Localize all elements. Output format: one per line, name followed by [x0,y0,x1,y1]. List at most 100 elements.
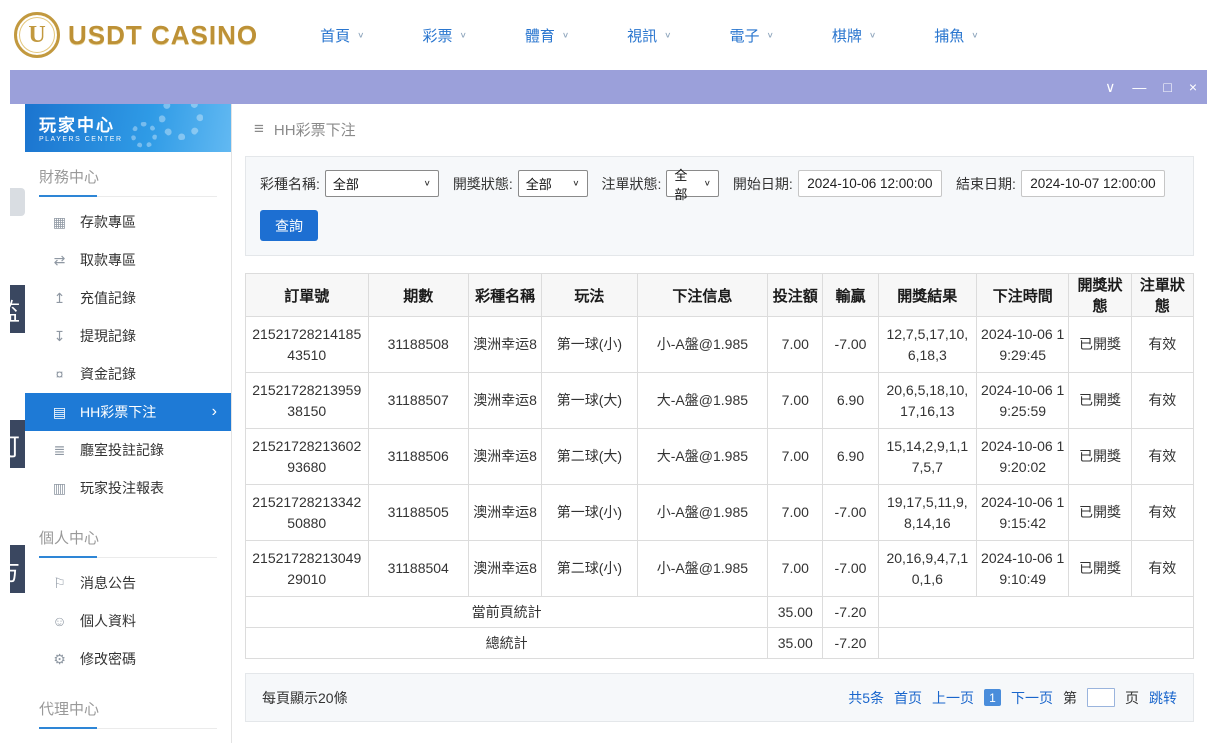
page-size-text: 每頁顯示20條 [262,689,348,706]
sidebar-item-funds-record[interactable]: ¤ 資金記錄 [25,355,231,393]
chevron-down-icon: ∨ [868,30,877,40]
sidebar-item-hall-bet-records[interactable]: ≣ 廳室投註記錄 [25,431,231,469]
cell-lottery: 澳洲幸运8 [467,428,543,485]
sidebar-item-label: 消息公告 [80,575,136,591]
cell-bet-info: 大-A盤@1.985 [636,428,769,485]
nav-item-lottery[interactable]: 彩票 ∨ [422,25,466,46]
deposit-icon: ▦ [52,213,67,230]
cell-period: 31188504 [367,540,469,597]
logo-text: USDT CASINO [68,19,259,50]
page-summary-row: 當前頁統計 35.00 -7.20 [244,596,1195,628]
sidebar-title: 玩家中心 [39,116,115,135]
nav-item-live[interactable]: 視訊 ∨ [627,25,671,46]
section-agent-center: 代理中心 [39,698,217,729]
sidebar-item-label: 存款專區 [80,214,136,230]
col-order-status: 注單狀態 [1130,273,1195,317]
search-button[interactable]: 查詢 [260,210,318,241]
page-number-input[interactable] [1087,688,1115,707]
chevron-down-icon: ∨ [459,30,467,40]
next-page-link[interactable]: 下一页 [1011,688,1053,708]
lottery-bet-icon: ▤ [52,403,67,420]
cell-amount: 7.00 [767,484,824,541]
sidebar-item-label: 資金記錄 [80,366,136,382]
cell-bet-time: 2024-10-06 19:20:02 [976,428,1070,485]
cell-result: 20,6,5,18,10,17,16,13 [877,372,978,429]
prev-page-link[interactable]: 上一页 [932,688,974,708]
page-summary-win-loss: -7.20 [822,596,879,628]
nav-label: 首頁 [320,27,351,45]
sidebar-item-hh-lottery-bets[interactable]: ▤ HH彩票下注 › [25,393,231,431]
withdraw-icon: ⇄ [53,251,66,268]
cell-period: 31188507 [367,372,469,429]
close-icon[interactable]: × [1189,80,1197,94]
col-draw-status: 開獎狀態 [1068,273,1132,317]
site-logo[interactable]: U USDT CASINO [14,12,258,58]
sidebar-item-profile[interactable]: ☺ 個人資料 [25,602,231,640]
sidebar: 玩家中心 PLAYERS CENTER 財務中心 ▦ 存款專區 ⇄ 取款專區 ↥ [25,104,232,743]
maximize-icon[interactable]: □ [1163,80,1171,94]
collapse-icon[interactable]: ∨ [1105,80,1115,94]
lottery-name-select[interactable]: 全部 ∨ [324,170,439,197]
col-order-no: 訂單號 [245,273,369,317]
total-summary-win-loss: -7.20 [822,627,879,659]
col-lottery-name: 彩種名稱 [467,273,543,317]
withdrawal-record-icon: ↧ [53,327,66,344]
page-summary-amount: 35.00 [767,596,824,628]
sidebar-item-deposit[interactable]: ▦ 存款專區 [25,203,231,241]
hamburger-icon[interactable]: ≡ [254,119,264,139]
cell-play: 第一球(大) [541,372,638,429]
fragment-glyph: 方 [10,552,20,587]
nav-label: 電子 [729,27,760,45]
nav-item-home[interactable]: 首頁 ∨ [320,25,364,46]
nav-label: 棋牌 [831,27,862,45]
recharge-record-icon: ↥ [53,289,66,306]
sidebar-item-label: 玩家投注報表 [80,480,164,496]
cell-lottery: 澳洲幸运8 [467,484,543,541]
cell-order-status: 有效 [1130,484,1195,541]
cell-order-no: 2152172821418543510 [245,316,369,373]
draw-status-label: 開獎狀態: [452,175,513,192]
personal-menu: ⚐ 消息公告 ☺ 個人資料 ⚙ 修改密碼 [25,564,231,678]
cell-bet-info: 小-A盤@1.985 [636,316,769,373]
cell-order-status: 有效 [1130,428,1195,485]
chevron-down-icon: ∨ [357,30,365,40]
nav-item-slots[interactable]: 電子 ∨ [730,25,774,46]
start-date-input[interactable]: 2024-10-06 12:00:00 [797,170,942,197]
sidebar-item-player-bet-report[interactable]: ▥ 玩家投注報表 [25,469,231,507]
col-play: 玩法 [541,273,638,317]
section-finance-center: 財務中心 [39,166,217,197]
table-row: 2152172821360293680 31188506 澳洲幸运8 第二球(大… [245,428,1195,485]
section-personal-center: 個人中心 [39,527,217,558]
sidebar-item-withdraw[interactable]: ⇄ 取款專區 [25,241,231,279]
jump-link[interactable]: 跳转 [1149,688,1177,708]
sidebar-item-announcements[interactable]: ⚐ 消息公告 [25,564,231,602]
chevron-down-icon: ∨ [766,30,774,40]
nav-item-cards[interactable]: 棋牌 ∨ [832,25,876,46]
cell-amount: 7.00 [767,372,824,429]
draw-status-select[interactable]: 全部 ∨ [517,170,588,197]
sidebar-item-withdrawal-record[interactable]: ↧ 提現記錄 [25,317,231,355]
sidebar-item-change-password[interactable]: ⚙ 修改密碼 [25,640,231,678]
cell-bet-info: 小-A盤@1.985 [636,540,769,597]
cell-win-loss: -7.00 [822,316,879,373]
sidebar-item-recharge-record[interactable]: ↥ 充值記錄 [25,279,231,317]
end-date-input[interactable]: 2024-10-07 12:00:00 [1020,170,1165,197]
filter-panel: 彩種名稱: 全部 ∨ 開獎狀態: 全部 ∨ 注單狀態: 全部 ∨ 開始日期: 2… [245,156,1194,256]
nav-item-fishing[interactable]: 捕魚 ∨ [934,25,978,46]
col-bet-info: 下注信息 [636,273,769,317]
sidebar-item-label: 修改密碼 [80,651,136,667]
minimize-icon[interactable]: — [1132,80,1146,94]
window-titlebar[interactable]: ∨ — □ × [10,70,1207,104]
cell-period: 31188505 [367,484,469,541]
cell-result: 20,16,9,4,7,10,1,6 [877,540,978,597]
nav-item-sports[interactable]: 體育 ∨ [525,25,569,46]
player-center-window: ∨ — □ × 監 可 方 [10,70,1207,743]
order-status-select[interactable]: 全部 ∨ [666,168,719,202]
cell-draw-status: 已開獎 [1068,428,1132,485]
col-bet-time: 下注時間 [976,273,1070,317]
finance-menu: ▦ 存款專區 ⇄ 取款專區 ↥ 充值記錄 ↧ 提現記錄 ¤ 資金記錄 ▤ HH彩… [25,203,231,507]
sidebar-item-label: 提現記錄 [80,328,136,344]
first-page-link[interactable]: 首页 [894,688,922,708]
col-bet-amount: 投注額 [767,273,824,317]
cell-period: 31188506 [367,428,469,485]
